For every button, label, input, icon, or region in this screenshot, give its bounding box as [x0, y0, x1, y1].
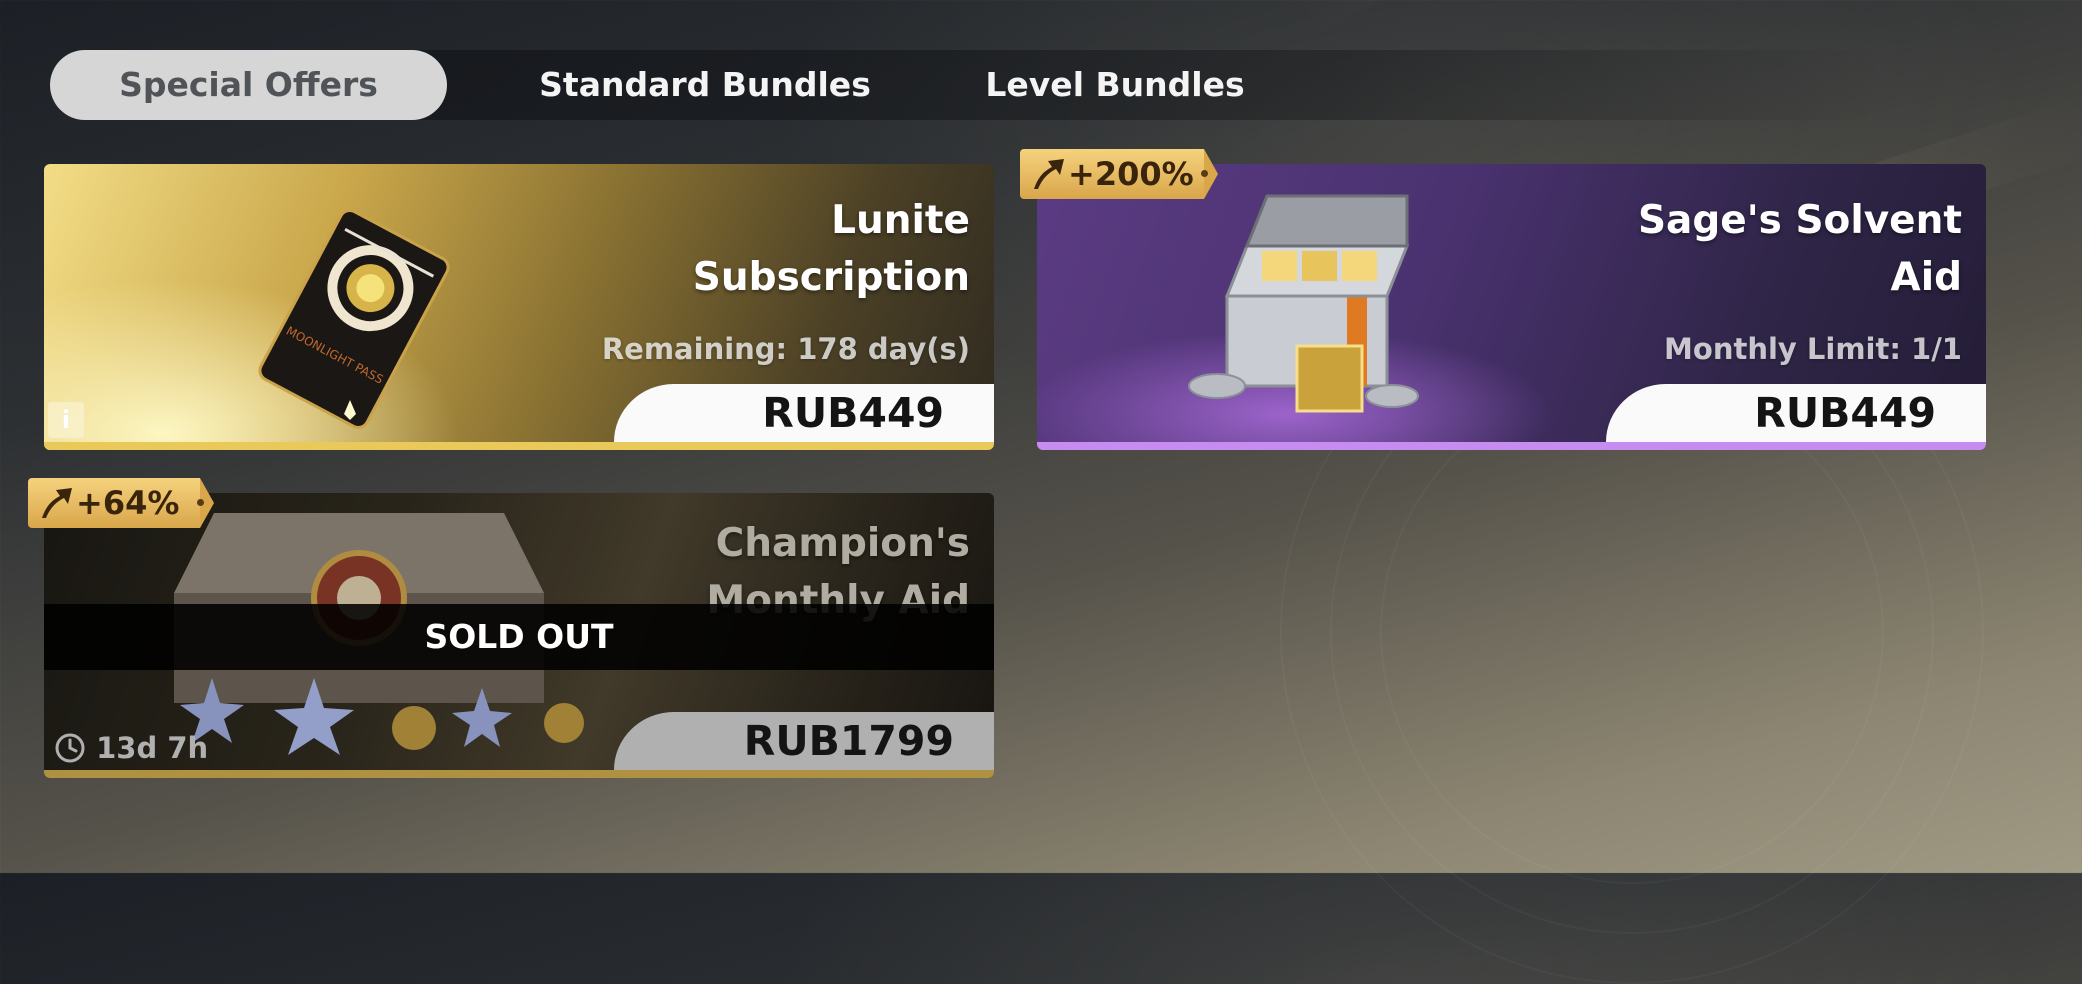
tab-bar: Special Offers Standard Bundles Level Bu…: [50, 50, 1890, 120]
champion-timer-text: 13d 7h: [96, 731, 209, 765]
champion-timer: 13d 7h: [54, 728, 208, 768]
sage-bonus-text: +200%: [1068, 155, 1194, 193]
sage-accent-line: [1037, 442, 1986, 450]
tab-standard-bundles[interactable]: Standard Bundles: [490, 50, 920, 120]
lunite-price: RUB449: [762, 389, 944, 437]
lunite-remaining-days: Remaining: 178 day(s): [601, 332, 970, 366]
sage-chest-image: [1188, 194, 1419, 413]
lunite-price-box[interactable]: RUB449: [614, 384, 994, 442]
sold-out-banner: SOLD OUT: [44, 604, 994, 670]
lunite-accent-line: [44, 442, 994, 450]
sage-price: RUB449: [1754, 389, 1936, 437]
tab-level-bundles[interactable]: Level Bundles: [920, 50, 1310, 120]
lunite-subscription-card[interactable]: MOONLIGHT PASS Lunite Subscription Remai…: [44, 164, 994, 450]
arrow-up-icon: [1034, 159, 1064, 189]
sage-monthly-limit: Monthly Limit: 1/1: [1664, 332, 1962, 366]
background-streak: [1290, 0, 2082, 38]
tab-special-offers[interactable]: Special Offers: [50, 50, 447, 120]
clock-icon: [55, 733, 85, 763]
arrow-up-icon: [42, 488, 72, 518]
champion-accent-line: [44, 770, 994, 778]
lunite-title: Lunite Subscription: [692, 198, 970, 300]
champion-price: RUB1799: [743, 717, 954, 765]
info-icon[interactable]: i: [48, 402, 84, 438]
champion-price-box[interactable]: RUB1799: [614, 712, 994, 770]
champion-bonus-text: +64%: [76, 484, 180, 522]
sage-solvent-aid-card[interactable]: Sage's Solvent Aid Monthly Limit: 1/1 RU…: [1037, 164, 1986, 450]
sage-price-box[interactable]: RUB449: [1606, 384, 1986, 442]
champion-monthly-aid-card[interactable]: Champion's Monthly Aid SOLD OUT RUB1799 …: [44, 493, 994, 778]
sage-bonus-badge: +200%: [1020, 149, 1218, 199]
lunite-card-image: MOONLIGHT PASS: [258, 208, 450, 430]
sage-title: Sage's Solvent Aid: [1637, 198, 1962, 300]
champion-bonus-badge: +64%: [28, 478, 214, 528]
